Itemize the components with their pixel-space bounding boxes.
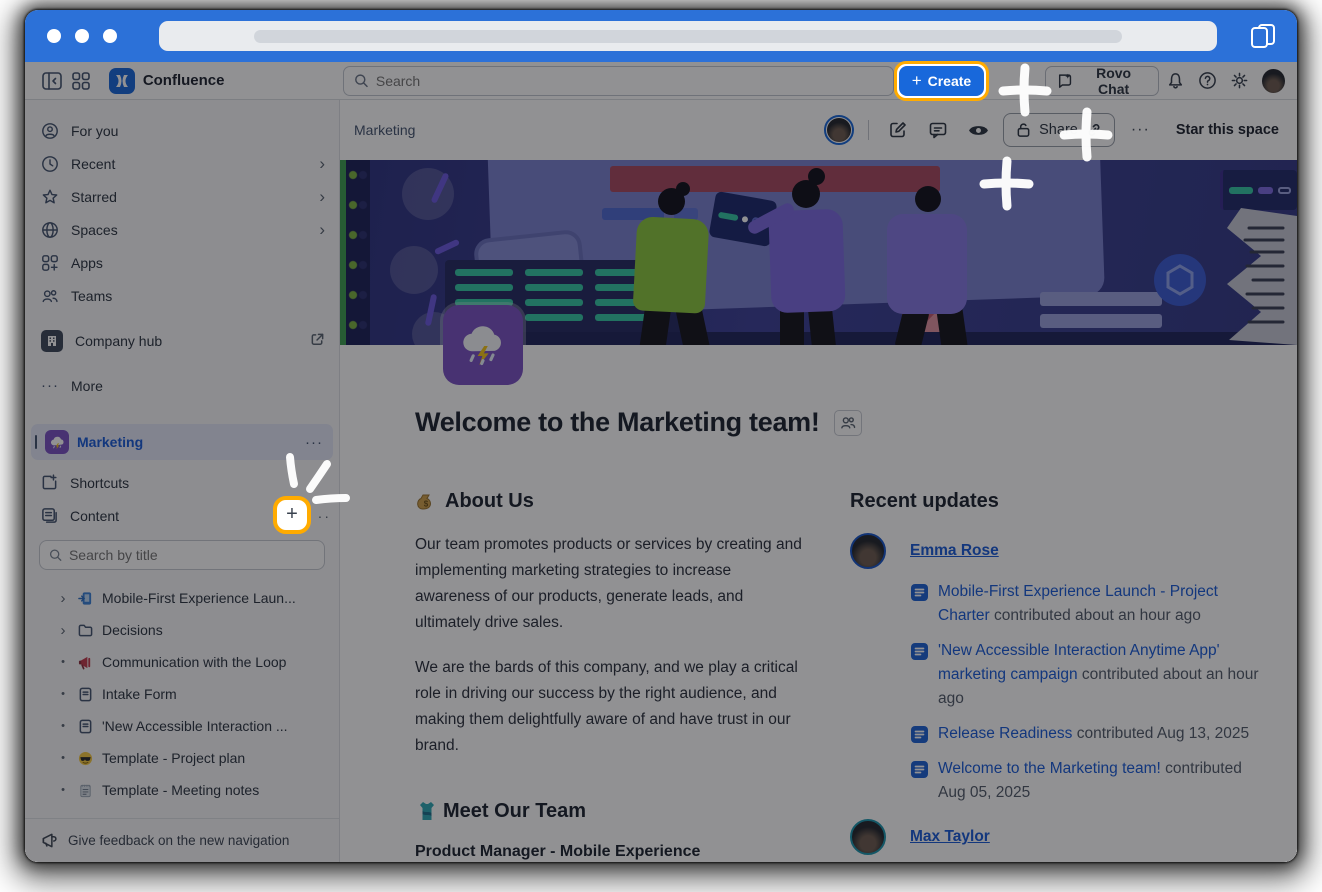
browser-window: Confluence + Create Rovo Chat	[25, 10, 1297, 862]
create-button-label: Create	[928, 73, 972, 89]
spotlight-dim-overlay	[25, 62, 1297, 862]
traffic-light-minimize[interactable]	[75, 29, 89, 43]
browser-titlebar	[25, 10, 1297, 62]
add-content-button-spotlight: +	[273, 496, 311, 534]
create-button-spotlight: + Create	[894, 61, 990, 101]
tab-overview-icon[interactable]	[1251, 24, 1275, 48]
add-content-button[interactable]: +	[286, 503, 298, 526]
address-bar[interactable]	[159, 21, 1217, 51]
create-button[interactable]: + Create	[899, 66, 985, 96]
traffic-light-close[interactable]	[47, 29, 61, 43]
plus-icon: +	[912, 71, 922, 91]
traffic-light-zoom[interactable]	[103, 29, 117, 43]
address-bar-placeholder	[254, 30, 1122, 43]
